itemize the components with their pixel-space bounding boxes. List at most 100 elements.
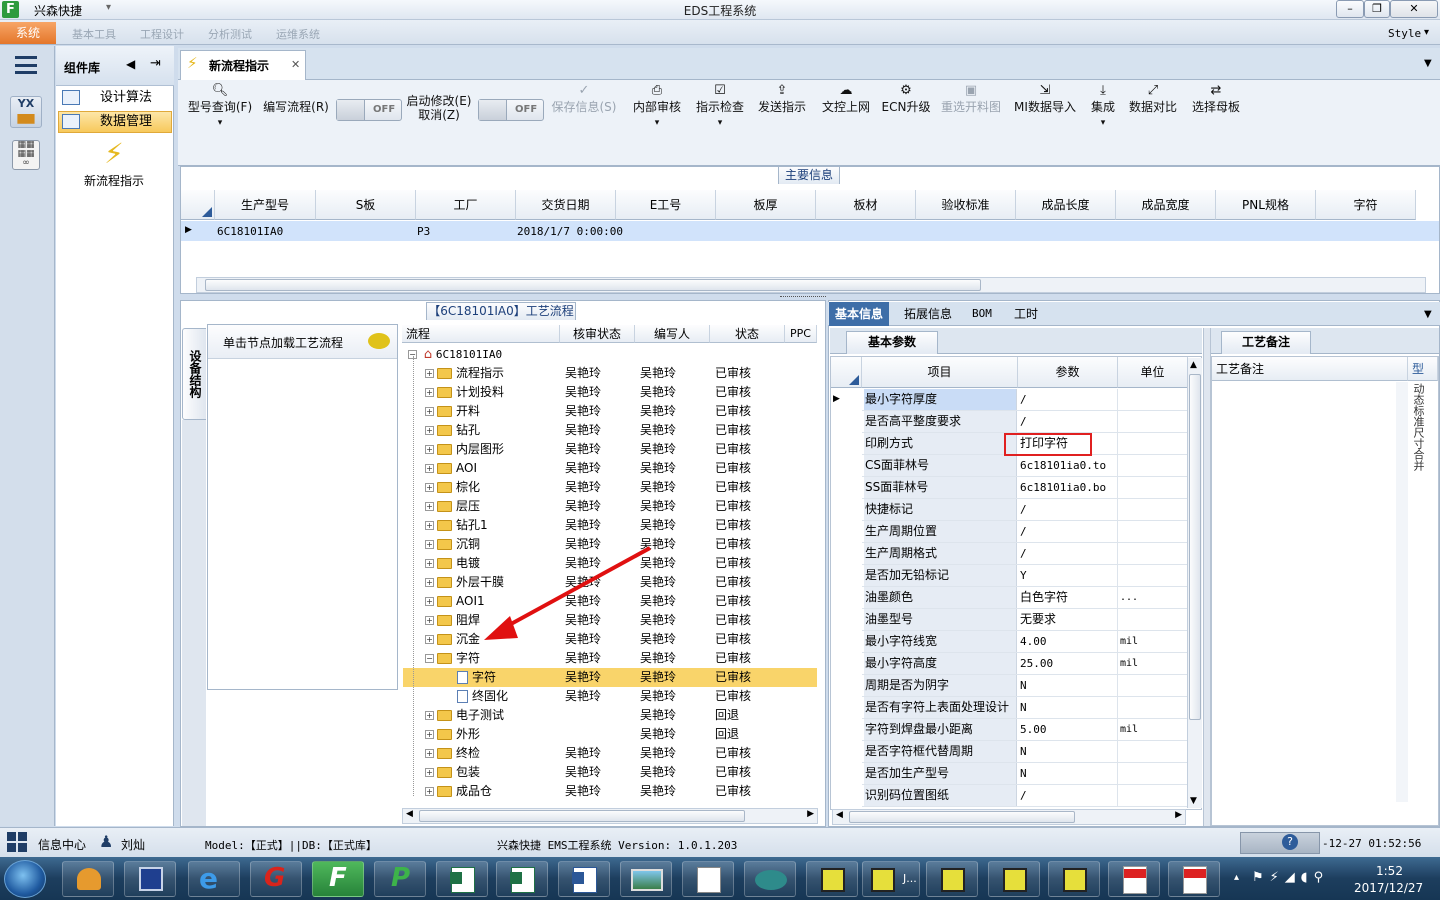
col-pnl-spec[interactable]: PNL规格 xyxy=(1216,190,1316,220)
mi-data-import-button[interactable]: ⇲ MI数据导入 xyxy=(1010,82,1080,114)
tree-row[interactable]: − 字符 吴艳玲 吴艳玲 已审核 xyxy=(403,649,817,668)
param-value[interactable]: 无要求 xyxy=(1018,609,1118,630)
integrate-button[interactable]: ⤓ 集成 ▾ xyxy=(1084,82,1122,130)
param-row[interactable]: 识别码位置图纸 / xyxy=(862,785,1188,807)
details-dropdown-icon[interactable]: ▼ xyxy=(1424,309,1432,320)
info-center-link[interactable]: 信息中心 xyxy=(38,836,86,853)
windows-grid-icon[interactable] xyxy=(7,832,27,852)
splitter-handle[interactable] xyxy=(780,296,826,299)
start-edit-toggle[interactable]: OFF xyxy=(478,99,544,121)
expand-icon[interactable]: + xyxy=(425,559,434,568)
col-model[interactable]: 生产型号 xyxy=(215,190,316,220)
col-flow[interactable]: 流程 xyxy=(402,325,560,343)
param-value[interactable]: N xyxy=(1018,741,1118,762)
expand-icon[interactable]: + xyxy=(425,426,434,435)
param-row[interactable]: 是否有字符上表面处理设计 N xyxy=(862,697,1188,719)
taskbar-app-photos[interactable] xyxy=(620,861,672,897)
ecn-upgrade-button[interactable]: ⚙ ECN升级 xyxy=(878,82,934,114)
tree-row[interactable]: + AOI 吴艳玲 吴艳玲 已审核 xyxy=(403,459,817,478)
menu-tab-1[interactable]: 基本工具 xyxy=(72,26,116,42)
table-row[interactable] xyxy=(181,221,1439,241)
expand-icon[interactable]: + xyxy=(425,483,434,492)
taskbar-app-f1[interactable]: F xyxy=(312,861,364,897)
expand-icon[interactable]: + xyxy=(425,616,434,625)
param-row[interactable]: 油墨型号 无要求 xyxy=(862,609,1188,631)
tree-row[interactable]: + 棕化 吴艳玲 吴艳玲 已审核 xyxy=(403,478,817,497)
param-value[interactable]: / xyxy=(1018,411,1118,432)
close-button[interactable]: ✕ xyxy=(1390,0,1438,18)
col-finished-length[interactable]: 成品长度 xyxy=(1016,190,1116,220)
taskbar-app-pdf2[interactable] xyxy=(1168,861,1220,897)
tree-row[interactable]: + 钻孔 吴艳玲 吴艳玲 已审核 xyxy=(403,421,817,440)
taskbar-app-x2[interactable]: J... xyxy=(862,861,920,897)
sidebar-item-data-management[interactable]: 数据管理 xyxy=(58,111,172,133)
menu-system[interactable]: 系统 xyxy=(0,22,56,44)
expand-icon[interactable]: + xyxy=(425,711,434,720)
col-delivery-date[interactable]: 交货日期 xyxy=(516,190,616,220)
expand-icon[interactable]: + xyxy=(425,464,434,473)
tray-expand-icon[interactable]: ▴ xyxy=(1234,872,1239,883)
expand-icon[interactable]: + xyxy=(425,369,434,378)
maximize-button[interactable]: ❐ xyxy=(1364,0,1390,18)
param-row[interactable]: 最小字符高度 25.00 mil xyxy=(862,653,1188,675)
notes-vscroll[interactable] xyxy=(1396,382,1408,802)
tree-row[interactable]: + 电子测试 吴艳玲 回退 xyxy=(403,706,817,725)
reselect-cutting-chart-button[interactable]: ▣ 重选开料图 xyxy=(936,82,1006,114)
notes-splitter[interactable] xyxy=(1203,328,1211,826)
tree-scrollbar[interactable]: ◀ ▶ xyxy=(402,808,818,824)
tree-row-selected[interactable]: 字符 吴艳玲 吴艳玲 已审核 xyxy=(403,668,817,687)
tree-row[interactable]: + 内层图形 吴艳玲 吴艳玲 已审核 xyxy=(403,440,817,459)
expand-icon[interactable]: + xyxy=(425,749,434,758)
param-value[interactable]: 白色字符 xyxy=(1018,587,1118,608)
clock-time[interactable]: 1:52 xyxy=(1376,864,1403,878)
taskbar-app-ie[interactable]: e xyxy=(188,861,240,897)
param-vscroll[interactable]: ▲ ▼ xyxy=(1187,358,1202,808)
taskbar-app-x4[interactable] xyxy=(988,861,1040,897)
param-value[interactable]: / xyxy=(1018,785,1118,806)
tab-man-hours[interactable]: 工时 xyxy=(1008,302,1044,326)
taskbar-app-word[interactable] xyxy=(558,861,610,897)
expand-icon[interactable]: + xyxy=(425,407,434,416)
param-value[interactable]: N xyxy=(1018,697,1118,718)
taskbar-app-f2[interactable]: P xyxy=(374,861,426,897)
tree-root[interactable]: − ⌂ 6C18101IA0 xyxy=(408,345,502,364)
data-compare-button[interactable]: ⤢ 数据对比 xyxy=(1124,82,1182,114)
param-row[interactable]: 快捷标记 / xyxy=(862,499,1188,521)
hamburger-menu-icon[interactable] xyxy=(15,56,37,74)
expand-icon[interactable]: + xyxy=(425,521,434,530)
write-flow-button[interactable]: 编写流程(R) xyxy=(258,100,334,114)
col-acceptance-standard[interactable]: 验收标准 xyxy=(916,190,1016,220)
save-info-button[interactable]: ✓ 保存信息(S) xyxy=(548,82,620,114)
menu-tab-4[interactable]: 运维系统 xyxy=(276,26,320,42)
param-hscroll[interactable]: ◀ ▶ xyxy=(832,809,1186,825)
col-review-status[interactable]: 核审状态 xyxy=(560,325,635,343)
param-value[interactable]: 25.00 xyxy=(1018,653,1118,674)
menu-tab-2[interactable]: 工程设计 xyxy=(140,26,184,42)
subtab-basic-params[interactable]: 基本参数 xyxy=(846,331,938,354)
send-instruction-button[interactable]: ⇪ 发送指示 xyxy=(752,82,812,114)
col-notes[interactable]: 工艺备注 xyxy=(1212,357,1408,381)
start-edit-button[interactable]: 启动修改(E) 取消(Z) xyxy=(404,94,474,122)
tree-row[interactable]: + 钻孔1 吴艳玲 吴艳玲 已审核 xyxy=(403,516,817,535)
minimize-button[interactable]: – xyxy=(1336,0,1364,18)
start-button[interactable] xyxy=(4,860,46,898)
new-flow-button[interactable]: ⚡ 新流程指示 xyxy=(76,136,152,192)
expand-icon[interactable]: + xyxy=(425,635,434,644)
col-board-material[interactable]: 板材 xyxy=(816,190,916,220)
calculator-icon[interactable]: ▦▦ ▦▦ ∞ xyxy=(12,140,40,170)
tree-row[interactable]: + 开料 吴艳玲 吴艳玲 已审核 xyxy=(403,402,817,421)
col-status[interactable]: 状态 xyxy=(710,325,785,343)
col-item[interactable]: 项目 xyxy=(862,357,1018,388)
tree-row[interactable]: 终固化 吴艳玲 吴艳玲 已审核 xyxy=(403,687,817,706)
taskbar-app-eye[interactable] xyxy=(744,861,796,897)
param-row[interactable]: SS面菲林号 6c18101ia0.bo xyxy=(862,477,1188,499)
tree-row[interactable]: + 包装 吴艳玲 吴艳玲 已审核 xyxy=(403,763,817,782)
col-factory[interactable]: 工厂 xyxy=(416,190,516,220)
tab-new-flow[interactable]: ⚡ 新流程指示 ✕ xyxy=(180,50,306,81)
taskbar-app-shell[interactable] xyxy=(62,861,114,897)
main-info-scrollbar[interactable] xyxy=(196,277,1426,293)
expand-icon[interactable]: + xyxy=(425,597,434,606)
tab-bom[interactable]: BOM xyxy=(966,302,998,326)
close-tab-icon[interactable]: ✕ xyxy=(291,58,300,71)
clock-date[interactable]: 2017/12/27 xyxy=(1354,881,1423,895)
